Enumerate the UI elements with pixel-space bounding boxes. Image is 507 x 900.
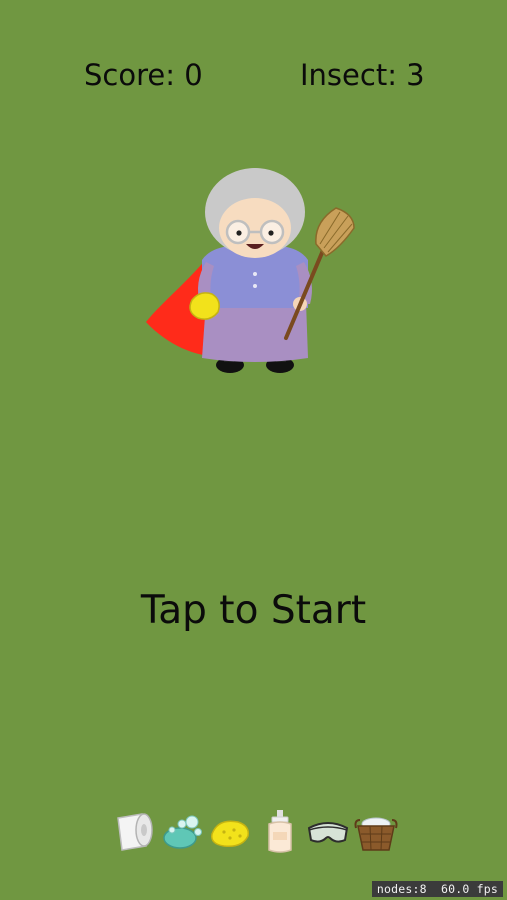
score-label: Score: 0 — [84, 58, 203, 92]
soap-button[interactable] — [160, 808, 204, 856]
powerup-toolbar — [112, 808, 402, 858]
goggles-button[interactable] — [306, 808, 350, 856]
laundry-basket-button[interactable] — [354, 808, 398, 856]
fps-counter: 60.0 fps — [441, 882, 498, 896]
laundry-basket-icon — [354, 817, 398, 851]
sponge-button[interactable] — [208, 808, 252, 856]
broom-head — [315, 207, 355, 257]
tap-to-start-prompt[interactable]: Tap to Start — [0, 588, 507, 633]
toilet-paper-button[interactable] — [112, 808, 156, 856]
lotion-bottle-button[interactable] — [258, 808, 302, 856]
lotion-bottle-icon — [268, 810, 292, 853]
game-scene[interactable]: Score: 0 Insect: 3 Tap to Start nodes:8 … — [0, 0, 507, 900]
debug-stats-overlay: nodes:8 60.0 fps — [371, 881, 503, 897]
node-count: nodes:8 — [376, 882, 427, 896]
held-sponge — [189, 292, 220, 320]
soap-icon — [163, 815, 202, 849]
insect-counter-label: Insect: 3 — [300, 58, 425, 92]
goggles-icon — [307, 822, 349, 843]
toilet-paper-icon — [117, 813, 153, 851]
granny-hero-character — [140, 162, 370, 382]
sponge-icon — [211, 820, 250, 848]
